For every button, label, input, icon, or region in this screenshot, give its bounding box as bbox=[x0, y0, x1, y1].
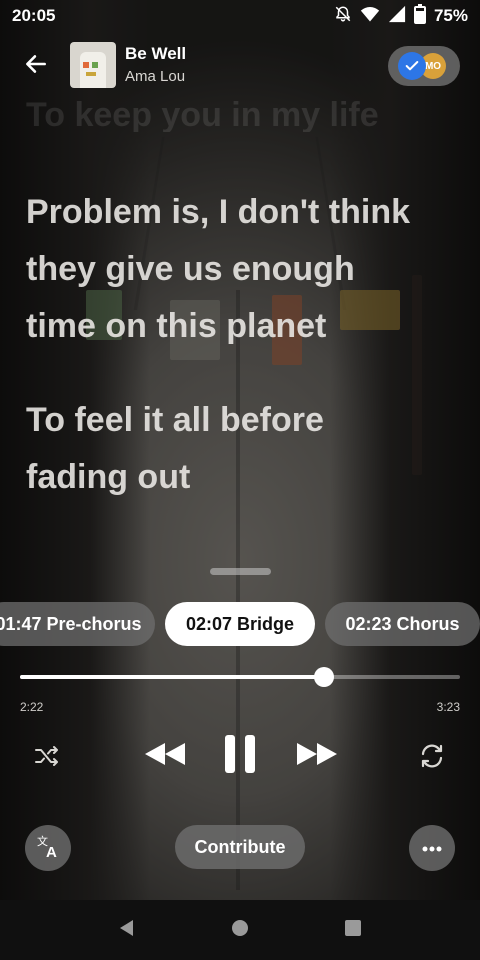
drag-handle[interactable] bbox=[210, 568, 271, 575]
translate-button[interactable]: 文A bbox=[25, 825, 71, 871]
battery-icon bbox=[413, 3, 426, 29]
nav-back-icon[interactable] bbox=[117, 918, 137, 943]
lyrics-panel[interactable]: Problem is, I don't think they give us e… bbox=[26, 184, 466, 506]
status-bar: 20:05 75% bbox=[0, 0, 480, 32]
fast-forward-icon bbox=[295, 741, 339, 772]
more-options-button[interactable] bbox=[409, 825, 455, 871]
nav-home-icon[interactable] bbox=[230, 918, 250, 943]
repeat-icon bbox=[418, 742, 446, 775]
shuffle-button[interactable] bbox=[30, 740, 66, 776]
nav-recents-icon[interactable] bbox=[343, 918, 363, 943]
repeat-button[interactable] bbox=[414, 740, 450, 776]
battery-percent: 75% bbox=[433, 6, 468, 25]
lyric-line[interactable]: fading out bbox=[26, 449, 466, 506]
wifi-icon bbox=[360, 5, 380, 28]
song-artist[interactable]: Ama Lou bbox=[125, 68, 185, 85]
lyric-line[interactable]: Problem is, I don't think bbox=[26, 184, 466, 241]
section-chip-chorus[interactable]: 02:23 Chorus bbox=[325, 602, 480, 646]
mute-icon bbox=[334, 5, 352, 28]
total-duration: 3:23 bbox=[436, 700, 460, 714]
song-sections: 01:47 Pre-chorus 02:07 Bridge 02:23 Chor… bbox=[0, 602, 480, 648]
lyric-line[interactable]: time on this planet bbox=[26, 298, 466, 355]
section-chip-pre-chorus[interactable]: 01:47 Pre-chorus bbox=[0, 602, 155, 646]
now-playing-header: Be Well Ama Lou MO bbox=[0, 38, 480, 94]
system-navigation-bar bbox=[0, 900, 480, 960]
lyrics-sync-toggle[interactable]: MO bbox=[388, 46, 460, 86]
signal-icon bbox=[388, 5, 406, 28]
pause-icon bbox=[223, 733, 257, 780]
seek-bar[interactable] bbox=[20, 667, 460, 687]
contribute-button[interactable]: Contribute bbox=[175, 825, 305, 869]
previous-lyric-line: To keep you in my life bbox=[26, 96, 379, 132]
lyric-line[interactable]: To feel it all before bbox=[26, 392, 466, 449]
rewind-icon bbox=[143, 741, 187, 772]
status-time: 20:05 bbox=[12, 6, 56, 25]
album-art-thumbnail[interactable] bbox=[70, 42, 116, 88]
shuffle-icon bbox=[34, 744, 62, 773]
translate-icon: 文A bbox=[34, 832, 62, 865]
check-icon bbox=[398, 52, 426, 80]
previous-button[interactable] bbox=[140, 736, 190, 776]
section-chip-bridge[interactable]: 02:07 Bridge bbox=[165, 602, 315, 646]
svg-text:A: A bbox=[46, 844, 57, 860]
arrow-left-icon bbox=[23, 51, 49, 82]
seek-bar-thumb[interactable] bbox=[313, 667, 334, 687]
song-title: Be Well bbox=[125, 44, 187, 63]
next-button[interactable] bbox=[292, 736, 342, 776]
pause-button[interactable] bbox=[216, 732, 264, 780]
elapsed-time: 2:22 bbox=[20, 700, 44, 714]
lyric-line[interactable]: they give us enough bbox=[26, 241, 466, 298]
back-button[interactable] bbox=[18, 48, 54, 84]
more-horizontal-icon bbox=[422, 839, 442, 857]
seek-bar-fill bbox=[20, 675, 324, 679]
